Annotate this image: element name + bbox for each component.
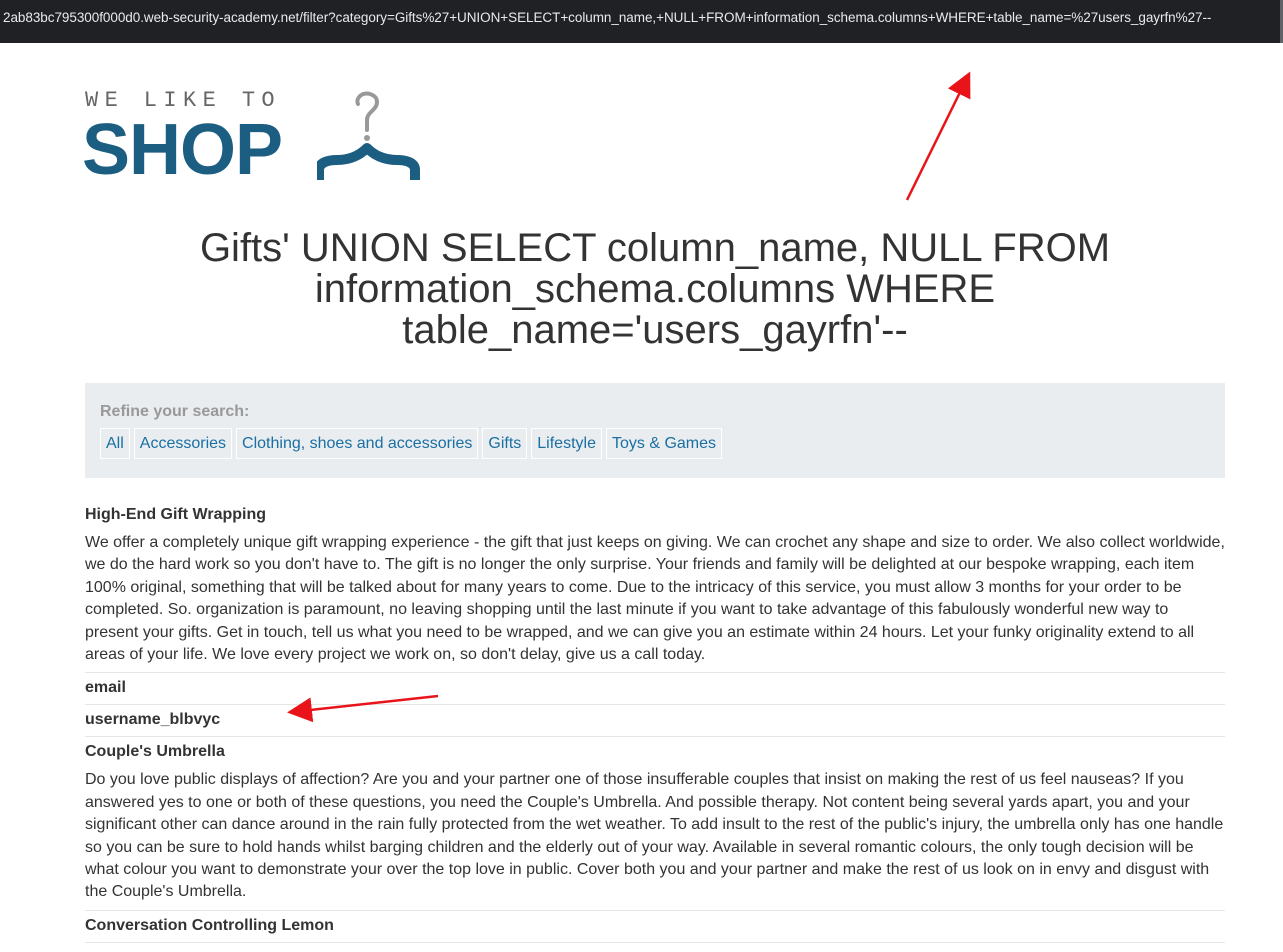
result-description: We offer a completely unique gift wrappi… xyxy=(85,534,1225,664)
category-links: All Accessories Clothing, shoes and access… xyxy=(100,428,1210,459)
result-row: Conversation Controlling Lemon xyxy=(85,911,1225,943)
page-title: Gifts' UNION SELECT column_name, NULL FR… xyxy=(199,226,1111,352)
result-name: High-End Gift Wrapping xyxy=(85,506,267,523)
category-link-accessories[interactable]: Accessories xyxy=(133,428,233,459)
result-row: username_blbvyc xyxy=(85,705,1225,738)
result-name: Conversation Controlling Lemon xyxy=(85,916,334,934)
result-name: Couple's Umbrella xyxy=(85,743,225,761)
category-link-lifestyle[interactable]: Lifestyle xyxy=(531,428,602,459)
result-description: Do you love public displays of affection… xyxy=(85,771,1224,901)
result-row: email xyxy=(85,673,1225,706)
refine-search-panel: Refine your search: All Accessories Clothi… xyxy=(85,383,1225,478)
results-list: High-End Gift Wrapping We offer a complet… xyxy=(85,500,1225,943)
category-link-toys-games[interactable]: Toys & Games xyxy=(605,428,723,459)
browser-address-bar[interactable]: 2ab83bc795300f000d0.web-security-academy… xyxy=(0,0,1283,43)
category-link-gifts[interactable]: Gifts xyxy=(482,428,528,459)
category-link-all[interactable]: All xyxy=(100,428,130,459)
hanger-icon xyxy=(317,91,420,180)
result-name: username_blbvyc xyxy=(85,711,221,729)
result-row: Couple's Umbrella Do you love public disp… xyxy=(85,737,1225,911)
result-row: High-End Gift Wrapping We offer a complet… xyxy=(85,500,1225,674)
shop-logo[interactable]: WE LIKE TO SHOP xyxy=(82,86,445,190)
category-link-clothing-shoes-and-accessories[interactable]: Clothing, shoes and accessories xyxy=(236,428,479,459)
refine-search-label: Refine your search: xyxy=(100,403,250,420)
arrow-to-url xyxy=(905,71,971,201)
result-name: email xyxy=(85,679,126,697)
url-text[interactable]: 2ab83bc795300f000d0.web-security-academy… xyxy=(3,10,1211,25)
logo-word: SHOP xyxy=(82,110,283,190)
